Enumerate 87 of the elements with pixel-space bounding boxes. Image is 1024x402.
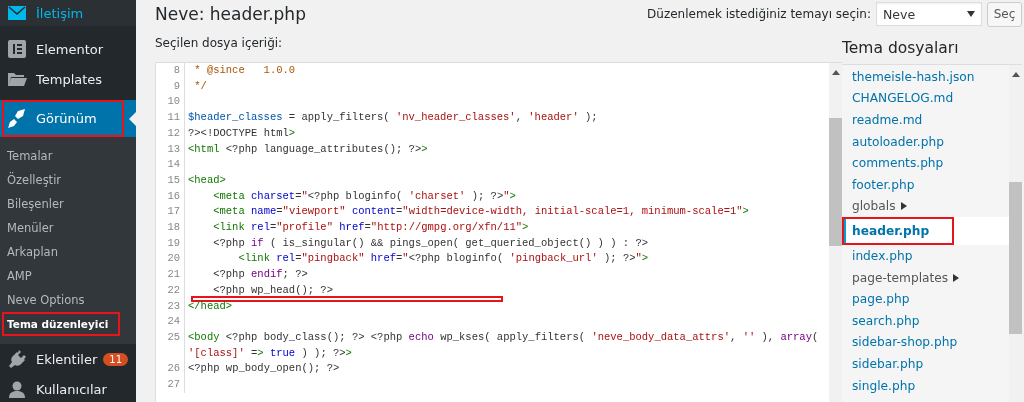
line-number: 9: [156, 78, 185, 95]
line-number: 10: [156, 94, 185, 111]
folder-icon: [7, 71, 27, 87]
file-item[interactable]: sidebar-shop.php: [842, 331, 1009, 354]
code-line: <link rel="pingback" href="<?php bloginfo( 'pingback_url' ); ?>">: [237, 251, 650, 267]
line-number: 14: [156, 157, 185, 173]
page-title: Neve: header.php: [155, 4, 306, 24]
line-number: 20: [156, 251, 185, 268]
file-item[interactable]: readme.md: [842, 109, 1009, 131]
line-number: 8: [156, 63, 185, 79]
code-line: */: [193, 78, 208, 94]
file-item[interactable]: footer.php: [842, 173, 1009, 196]
code-line: <?php wp_head(); ?>: [212, 282, 334, 298]
menu-item[interactable]: İletişim: [0, 0, 136, 26]
code-line: ?><!DOCTYPE html>: [188, 125, 297, 141]
line-number: 16: [156, 188, 185, 205]
file-item[interactable]: themeisle-hash.json: [842, 66, 1009, 88]
folder-item[interactable]: globals: [842, 195, 1009, 218]
line-number: 25: [156, 329, 185, 362]
code-line: <meta name="viewport" content="width=device-width, initial-scale=1, minimum-scale=1">: [212, 204, 750, 220]
file-item[interactable]: header.php: [842, 217, 1009, 246]
line-number: 21: [156, 267, 185, 283]
theme-select-label: Düzenlemek istediğiniz temayı seçin:: [647, 7, 871, 21]
menu-item[interactable]: Elementor: [0, 34, 136, 64]
select-button[interactable]: Seç: [987, 1, 1022, 27]
code-line: <body <?php body_class(); ?> <?php echo wp_kses( apply_filters( 'neve_body_data_attrs', '' ), array(: [188, 329, 820, 345]
code-line: <?php if ( is_singular() && pings_open( get_queried_object() ) ) : ?>: [212, 235, 650, 251]
submenu-item[interactable]: Tema düzenleyici: [0, 312, 136, 336]
line-number: 11: [156, 110, 185, 126]
line-number: 23: [156, 298, 185, 315]
submenu-item[interactable]: Temalar: [0, 144, 136, 168]
menu-item[interactable]: Templates: [0, 64, 136, 94]
file-item[interactable]: search.php: [842, 309, 1009, 332]
code-line: <?php wp_body_open(); ?>: [188, 361, 341, 377]
expand-arrow-icon: [953, 273, 960, 282]
code-editor[interactable]: [155, 62, 842, 402]
count-badge: 11: [103, 352, 128, 366]
expand-arrow-icon: [900, 202, 907, 211]
code-line: <head>: [188, 172, 227, 188]
caret-icon: [967, 11, 975, 17]
line-number: 18: [156, 220, 185, 236]
menu-item[interactable]: Kullanıcılar: [0, 374, 136, 402]
scroll-up-icon[interactable]: [1011, 72, 1020, 77]
current-pointer-icon: [129, 112, 136, 126]
code-line: <meta charset="<?php bloginfo( 'charset' ); ?>">: [212, 188, 517, 204]
line-number: 22: [156, 282, 185, 299]
mail-icon: [8, 6, 26, 20]
code-line: <html <?php language_attributes(); ?>>: [188, 141, 429, 157]
scroll-up-icon[interactable]: [831, 70, 840, 75]
elementor-icon: [8, 40, 26, 58]
user-icon: [9, 380, 25, 398]
content-label: Seçilen dosya içeriği:: [155, 36, 284, 52]
code-line: </head>: [188, 298, 234, 314]
line-number: 13: [156, 141, 185, 158]
brush-icon: [7, 109, 27, 128]
file-item[interactable]: autoloader.php: [842, 130, 1009, 153]
submenu-item[interactable]: Arkaplan: [0, 240, 136, 264]
file-item[interactable]: page.php: [842, 288, 1009, 310]
file-item[interactable]: single.php: [842, 374, 1009, 397]
submenu-item[interactable]: AMP: [0, 264, 136, 288]
file-item[interactable]: sidebar.php: [842, 353, 1009, 375]
plug-icon: [8, 350, 26, 368]
code-line: $header_classes = apply_filters( 'nv_header_classes', 'header' );: [188, 110, 599, 126]
code-line: * @since 1.0.0: [193, 63, 297, 78]
code-line: '[class]' => true ) ); ?>>: [188, 345, 353, 361]
file-item[interactable]: comments.php: [842, 152, 1009, 174]
files-heading: Tema dosyaları: [842, 39, 960, 59]
line-number: 26: [156, 361, 185, 378]
menu-item[interactable]: Görünüm: [0, 100, 136, 137]
submenu-item[interactable]: Özelleştir: [0, 168, 136, 192]
theme-select[interactable]: Neve: [876, 2, 982, 26]
line-number: 17: [156, 204, 185, 221]
submenu-item[interactable]: Menüler: [0, 216, 136, 240]
folder-item[interactable]: page-templates: [842, 266, 1009, 289]
submenu-item[interactable]: Neve Options: [0, 288, 136, 312]
scrollbar[interactable]: [829, 63, 842, 402]
code-line: <link rel="profile" href="http://gmpg.org/xfn/11">: [212, 220, 530, 236]
line-number: 12: [156, 125, 185, 142]
file-item[interactable]: index.php: [842, 245, 1009, 267]
line-number: 15: [156, 172, 185, 189]
file-item[interactable]: CHANGELOG.md: [842, 87, 1009, 110]
code-line: <?php endif; ?>: [212, 267, 309, 283]
line-number: 24: [156, 314, 185, 330]
menu-item[interactable]: Eklentiler 11: [0, 344, 136, 374]
submenu-item[interactable]: Bileşenler: [0, 192, 136, 216]
line-number: 19: [156, 235, 185, 252]
line-number: 27: [156, 377, 185, 393]
